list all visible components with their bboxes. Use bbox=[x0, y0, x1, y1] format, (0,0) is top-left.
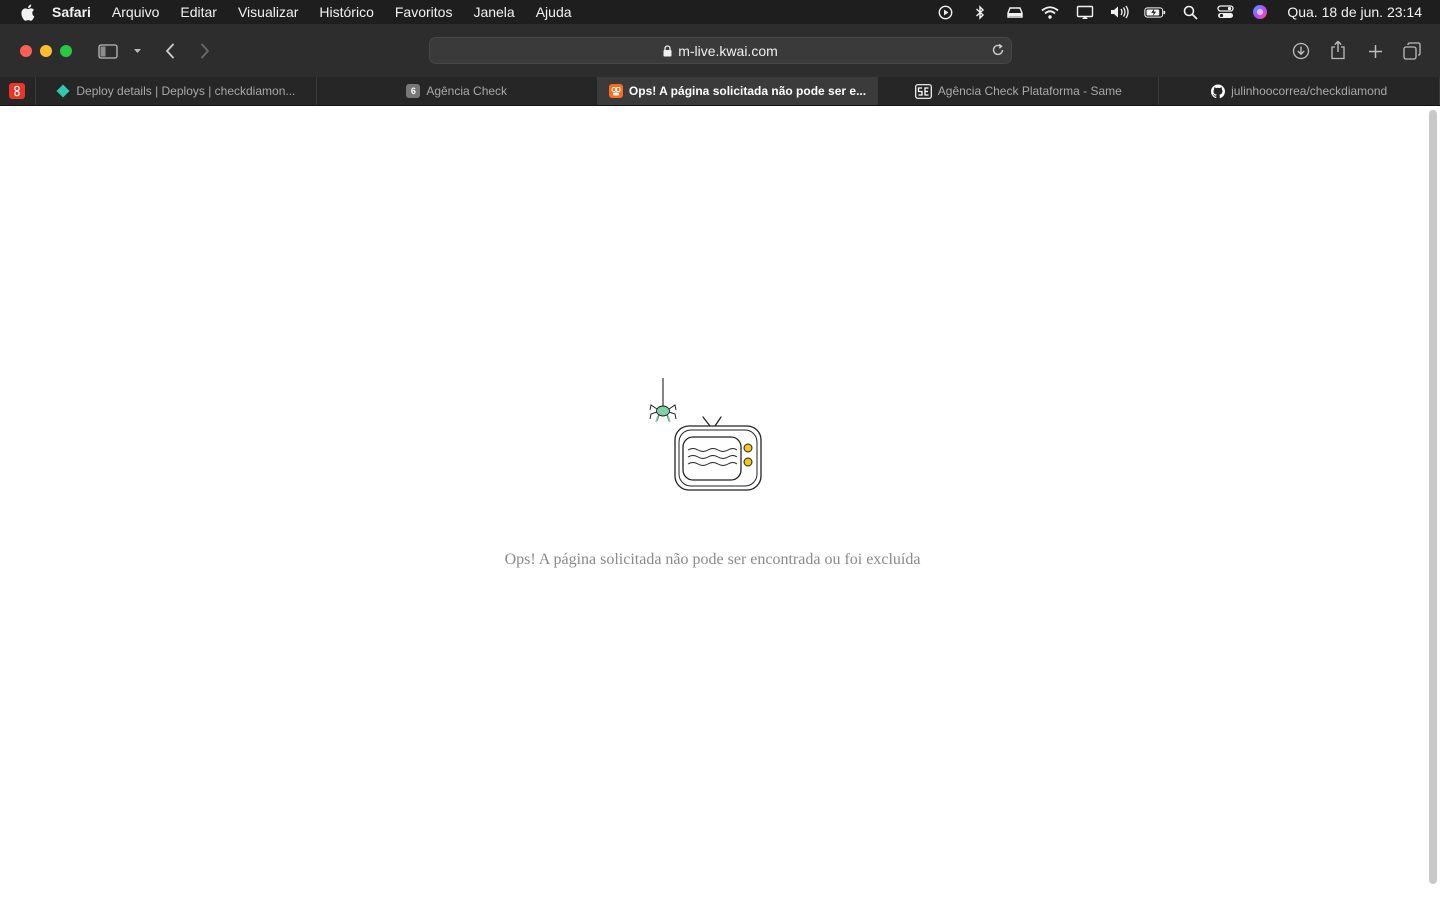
share-icon[interactable] bbox=[1327, 39, 1349, 61]
tab-label: julinhoocorrea/checkdiamond bbox=[1231, 84, 1388, 98]
menu-arquivo[interactable]: Arquivo bbox=[112, 4, 159, 20]
tab-deploy-details[interactable]: Deploy details | Deploys | checkdiamon..… bbox=[36, 77, 317, 105]
menubar-clock[interactable]: Qua. 18 de jun. 23:14 bbox=[1287, 4, 1422, 20]
menu-janela[interactable]: Janela bbox=[473, 4, 514, 20]
menu-bar: Safari Arquivo Editar Visualizar Históri… bbox=[0, 0, 1440, 24]
menu-visualizar[interactable]: Visualizar bbox=[238, 4, 298, 20]
kwai-icon bbox=[608, 84, 623, 98]
chevron-down-icon[interactable] bbox=[130, 43, 144, 59]
tab-kwai-error[interactable]: Ops! A página solicitada não pode ser e.… bbox=[597, 77, 879, 105]
tab-agencia-check-plataforma[interactable]: Agência Check Plataforma - Same bbox=[878, 77, 1160, 105]
github-icon bbox=[1211, 84, 1226, 98]
display-icon[interactable] bbox=[1074, 3, 1096, 21]
menu-ajuda[interactable]: Ajuda bbox=[536, 4, 572, 20]
wifi-icon[interactable] bbox=[1039, 3, 1061, 21]
tab-label: Ops! A página solicitada não pode ser e.… bbox=[628, 84, 867, 98]
apple-logo-icon[interactable] bbox=[18, 3, 36, 21]
tab-agencia-check[interactable]: 6 Agência Check bbox=[317, 77, 598, 105]
menu-historico[interactable]: Histórico bbox=[319, 4, 373, 20]
address-url: m-live.kwai.com bbox=[678, 42, 778, 59]
tab-label: Deploy details | Deploys | checkdiamon..… bbox=[76, 84, 296, 98]
siri-icon[interactable] bbox=[1249, 3, 1271, 21]
empty-tv-illustration bbox=[645, 376, 770, 496]
letter-6-icon: 6 bbox=[406, 84, 421, 98]
same-icon bbox=[914, 83, 932, 99]
menu-app-safari[interactable]: Safari bbox=[52, 4, 91, 20]
error-message: Ops! A página solicitada não pode ser en… bbox=[504, 551, 921, 568]
tab-overview-icon[interactable] bbox=[1401, 40, 1423, 62]
play-circle-icon[interactable] bbox=[934, 3, 956, 21]
bluetooth-icon[interactable] bbox=[969, 3, 991, 21]
window-close-button[interactable] bbox=[20, 45, 32, 57]
menu-favoritos[interactable]: Favoritos bbox=[395, 4, 453, 20]
spider-icon bbox=[649, 404, 677, 423]
tv-screen bbox=[682, 436, 742, 481]
car-icon[interactable] bbox=[1004, 3, 1026, 21]
tab-github-checkdiamond[interactable]: julinhoocorrea/checkdiamond bbox=[1159, 77, 1440, 105]
lock-icon bbox=[663, 44, 672, 57]
reload-icon[interactable] bbox=[991, 43, 1005, 57]
browser-toolbar: m-live.kwai.com bbox=[0, 24, 1440, 77]
address-bar[interactable]: m-live.kwai.com bbox=[429, 37, 1012, 64]
pinned-app-icon bbox=[9, 83, 26, 99]
menu-editar[interactable]: Editar bbox=[180, 4, 217, 20]
netlify-icon bbox=[56, 84, 70, 98]
spotlight-icon[interactable] bbox=[1179, 3, 1201, 21]
volume-icon[interactable] bbox=[1109, 3, 1131, 21]
tv-antenna bbox=[702, 416, 722, 427]
window-minimize-button[interactable] bbox=[40, 45, 52, 57]
sidebar-toggle-icon[interactable] bbox=[96, 41, 120, 61]
vertical-scrollbar[interactable] bbox=[1429, 110, 1437, 884]
downloads-icon[interactable] bbox=[1290, 40, 1312, 62]
web-page-content bbox=[0, 106, 1440, 900]
tab-label: Agência Check bbox=[426, 84, 508, 98]
battery-icon[interactable] bbox=[1144, 3, 1166, 21]
tv-knob bbox=[743, 457, 753, 467]
control-center-icon[interactable] bbox=[1214, 3, 1236, 21]
pinned-tab[interactable] bbox=[0, 77, 36, 105]
window-maximize-button[interactable] bbox=[60, 45, 72, 57]
back-arrow-icon[interactable] bbox=[160, 40, 180, 62]
tab-bar: Deploy details | Deploys | checkdiamon..… bbox=[0, 77, 1440, 106]
forward-arrow-icon[interactable] bbox=[195, 40, 215, 62]
new-tab-plus-icon[interactable] bbox=[1364, 40, 1386, 62]
tv-knob bbox=[743, 443, 753, 453]
tab-label: Agência Check Plataforma - Same bbox=[937, 84, 1122, 98]
